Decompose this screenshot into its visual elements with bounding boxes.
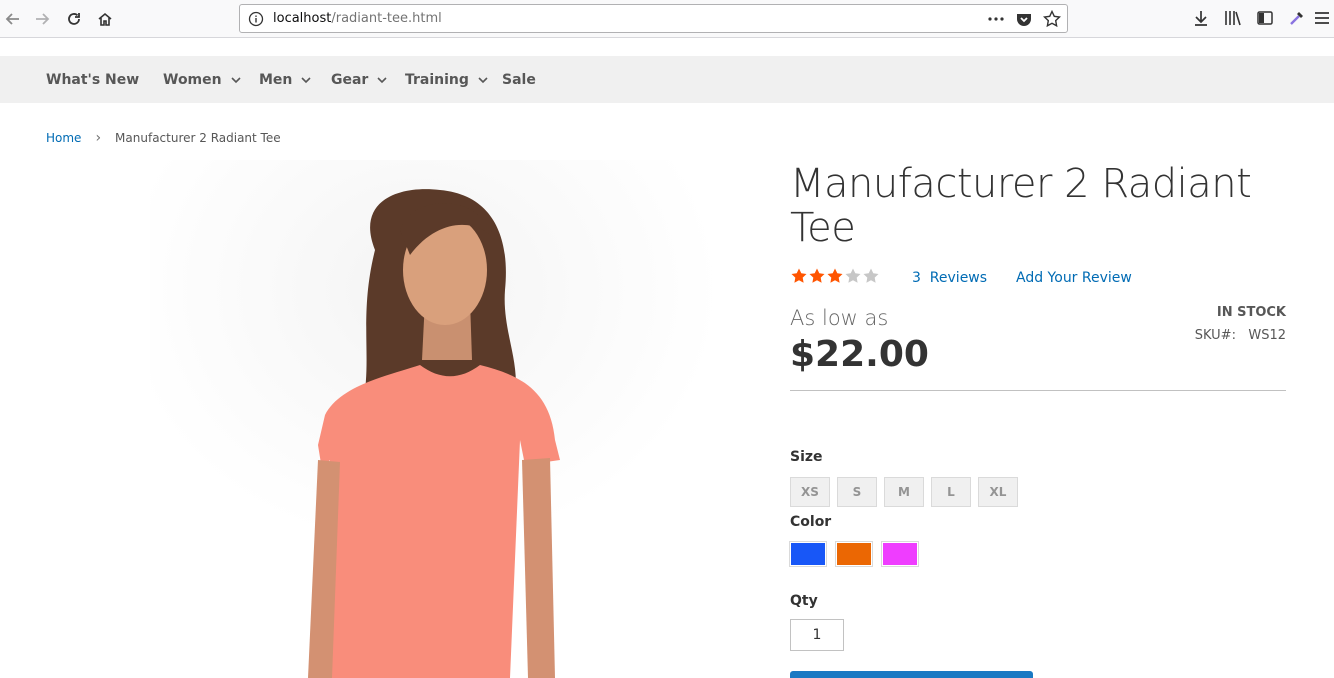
nav-label: Gear <box>331 72 369 88</box>
size-option-s[interactable]: S <box>837 477 877 507</box>
divider <box>790 390 1286 391</box>
url-bar[interactable]: localhost/radiant-tee.html <box>239 4 1068 33</box>
reload-button[interactable] <box>61 6 87 32</box>
nav-item-women[interactable]: Women <box>163 72 242 88</box>
star-icon <box>791 268 807 283</box>
nav-item-gear[interactable]: Gear <box>331 72 388 88</box>
size-option-xs[interactable]: XS <box>790 477 830 507</box>
chevron-down-icon <box>301 77 311 84</box>
size-option-l[interactable]: L <box>931 477 971 507</box>
forward-button[interactable] <box>29 6 55 32</box>
downloads-icon[interactable] <box>1191 8 1211 28</box>
pocket-icon[interactable] <box>1015 10 1033 28</box>
reviews-link[interactable]: 3 Reviews <box>912 270 987 286</box>
size-option-xl[interactable]: XL <box>978 477 1018 507</box>
bookmark-star-icon[interactable] <box>1043 10 1061 28</box>
nav-label: Training <box>405 72 469 88</box>
home-button[interactable] <box>92 6 118 32</box>
rating-stars <box>790 267 880 285</box>
url-host: localhost <box>273 11 332 26</box>
nav-label: Sale <box>502 72 536 88</box>
breadcrumb-home-link[interactable]: Home <box>46 131 81 145</box>
breadcrumb: Home › Manufacturer 2 Radiant Tee <box>46 130 281 146</box>
back-arrow-icon <box>5 13 19 25</box>
nav-label: What's New <box>46 72 140 88</box>
add-review-link[interactable]: Add Your Review <box>1016 270 1132 286</box>
product-image[interactable] <box>150 160 750 678</box>
nav-label: Men <box>259 72 293 88</box>
breadcrumb-current: Manufacturer 2 Radiant Tee <box>115 131 281 145</box>
product-title: Manufacturer 2 Radiant Tee <box>790 161 1252 251</box>
eyedropper-icon[interactable] <box>1287 8 1307 28</box>
breadcrumb-separator: › <box>95 130 102 146</box>
nav-item-training[interactable]: Training <box>405 72 489 88</box>
qty-label: Qty <box>790 593 818 609</box>
reload-icon <box>68 13 80 25</box>
size-options: XS S M L XL <box>790 477 1018 507</box>
chevron-down-icon <box>377 77 387 84</box>
star-icon <box>845 268 861 283</box>
page-actions-icon[interactable] <box>987 10 1005 28</box>
back-button[interactable] <box>0 6 26 32</box>
color-swatch-orange[interactable] <box>835 541 873 567</box>
stock-status: IN STOCK <box>1216 305 1286 320</box>
page-top-strip <box>0 39 1334 56</box>
nav-item-whats-new[interactable]: What's New <box>46 72 139 88</box>
home-icon <box>98 12 112 26</box>
price-label: As low as <box>790 306 889 330</box>
nav-item-sale[interactable]: Sale <box>502 72 536 88</box>
size-option-m[interactable]: M <box>884 477 924 507</box>
forward-arrow-icon <box>36 13 50 25</box>
sidebar-icon[interactable] <box>1255 8 1275 28</box>
color-label: Color <box>790 514 832 530</box>
star-icon <box>827 268 843 283</box>
color-swatch-purple[interactable] <box>881 541 919 567</box>
chevron-down-icon <box>478 77 488 84</box>
star-icon <box>863 268 879 283</box>
color-options <box>789 541 919 567</box>
menu-icon[interactable] <box>1312 8 1332 28</box>
chevron-down-icon <box>231 77 241 84</box>
product-price: $22.00 <box>790 334 929 375</box>
nav-label: Women <box>163 72 222 88</box>
star-icon <box>809 268 825 283</box>
url-text[interactable]: localhost/radiant-tee.html <box>273 11 442 26</box>
add-to-cart-button[interactable] <box>790 671 1033 678</box>
url-path: /radiant-tee.html <box>331 11 442 26</box>
info-icon[interactable] <box>248 11 264 27</box>
color-swatch-blue[interactable] <box>789 541 827 567</box>
library-icon[interactable] <box>1223 8 1243 28</box>
main-navigation: What's New Women Men Gear Training Sale <box>0 56 1334 103</box>
browser-toolbar: localhost/radiant-tee.html <box>0 0 1334 38</box>
product-sku: SKU#: WS12 <box>1194 328 1286 343</box>
qty-input[interactable] <box>790 619 844 651</box>
nav-item-men[interactable]: Men <box>259 72 312 88</box>
size-label: Size <box>790 449 823 465</box>
